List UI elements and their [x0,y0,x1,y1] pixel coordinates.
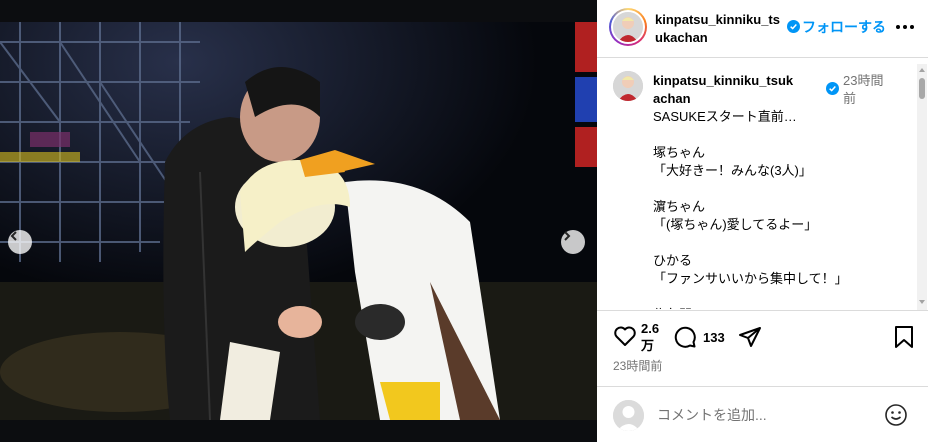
verified-badge-icon [826,82,839,95]
scroll-thumb[interactable] [919,78,925,99]
avatar [613,12,643,42]
caption-text: SASUKEスタート直前… 塚ちゃん 「大好きー！みんな(3人)」 濵ちゃん 「… [653,109,848,309]
more-options-button[interactable] [895,18,915,36]
chevron-left-icon [10,231,17,241]
post-photo [0,22,597,420]
like-count[interactable]: 2.6万 [641,320,665,354]
verified-badge-icon [787,20,800,33]
profile-avatar-story-ring[interactable] [609,8,647,46]
more-horizontal-icon [896,25,900,29]
current-user-avatar [613,400,644,431]
caption-avatar[interactable] [613,71,643,101]
chevron-right-icon [564,231,571,241]
photo-illustration [0,22,597,420]
post-header: kinpatsu_kinniku_tsukachan フォローする [597,0,928,58]
post-timestamp[interactable]: 23時間前 [613,357,662,374]
carousel-prev-button[interactable] [8,230,32,254]
emoji-smiley-icon[interactable] [884,403,908,427]
caption-scrollbar[interactable] [917,64,927,310]
post-media [0,0,597,442]
carousel-next-button[interactable] [561,230,585,254]
bookmark-icon[interactable] [894,325,914,349]
post-side-panel: kinpatsu_kinniku_tsukachan フォローする kinpat… [597,0,928,442]
avatar-photo-icon [613,12,643,42]
avatar-photo-icon [613,71,643,101]
default-user-icon [613,400,644,431]
scroll-down-arrow-icon[interactable] [919,300,925,304]
scroll-up-arrow-icon[interactable] [919,68,925,72]
heart-icon[interactable] [613,325,637,347]
caption-section: kinpatsu_kinniku_tsukachan 23時間前 SASUKEス… [597,59,928,309]
add-comment-input[interactable] [657,405,867,425]
header-username-link[interactable]: kinpatsu_kinniku_tsukachan [655,11,785,47]
caption-username-link[interactable]: kinpatsu_kinniku_tsukachan [653,72,798,108]
comment-bubble-icon[interactable] [673,325,697,349]
caption-timestamp[interactable]: 23時間前 [843,72,893,108]
follow-button[interactable]: フォローする [802,18,886,36]
comment-count[interactable]: 133 [703,330,725,345]
share-send-icon[interactable] [738,325,762,349]
